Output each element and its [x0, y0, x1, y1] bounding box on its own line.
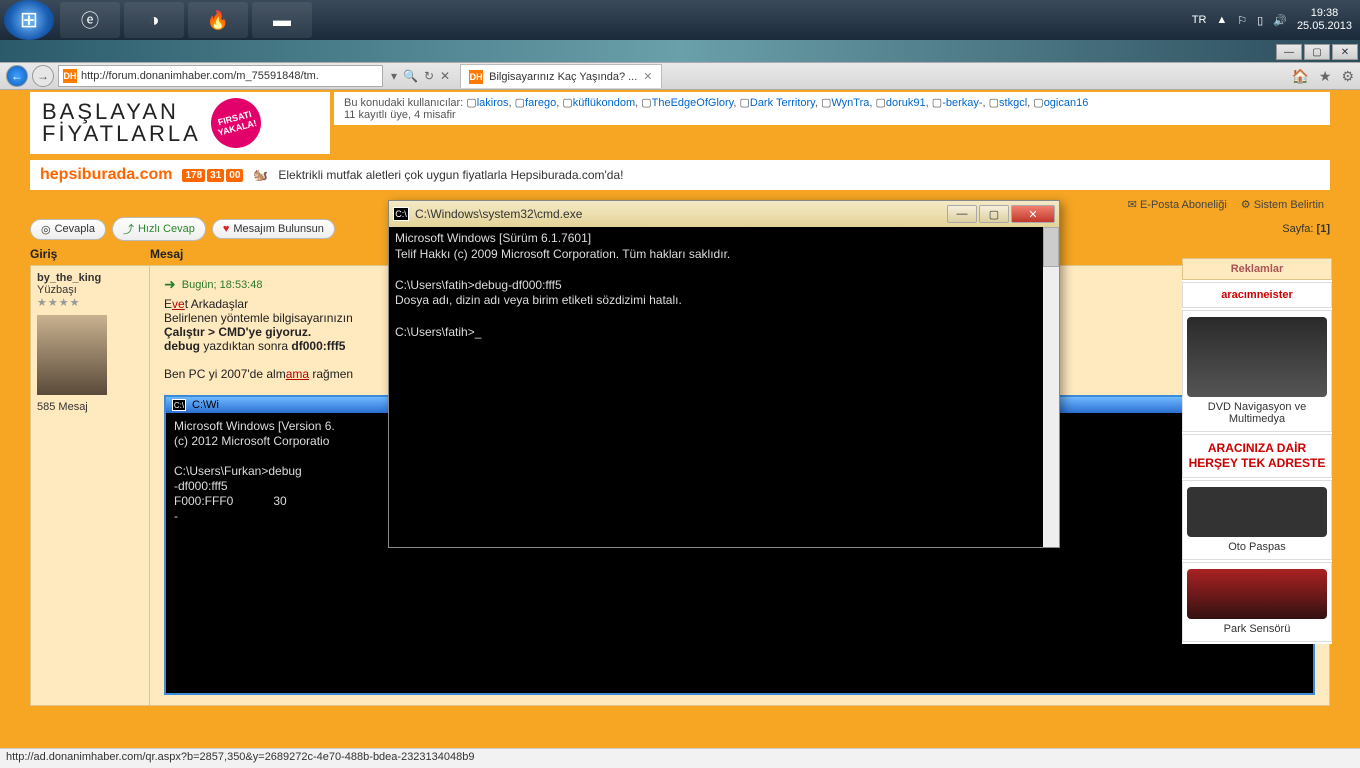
topic-users-count: 11 kayıtlı üye, 4 misafir: [344, 109, 456, 121]
url-controls: ▾ 🔍 ↻ ✕: [391, 69, 450, 83]
cmd-titlebar[interactable]: C:\ C:\Windows\system32\cmd.exe — ▢ ✕: [389, 201, 1059, 227]
search-icon[interactable]: 🔍: [403, 69, 418, 83]
task-app3[interactable]: 🔥: [188, 2, 248, 38]
ie-window-controls: — ▢ ✕: [1276, 44, 1358, 60]
sponsor-text: Elektrikli mutfak aletleri çok uygun fiy…: [278, 168, 623, 182]
user-link[interactable]: ogican16: [1044, 97, 1089, 109]
ad-1[interactable]: aracımneister: [1182, 282, 1332, 308]
page-indicator: Sayfa: [1]: [1282, 223, 1330, 235]
cmd-window-title: C:\Windows\system32\cmd.exe: [415, 207, 582, 221]
tab-close-icon[interactable]: ✕: [643, 70, 652, 83]
topic-users-label: Bu konudaki kullanıcılar:: [344, 97, 463, 109]
post-username[interactable]: by_the_king: [37, 272, 101, 284]
ad-2[interactable]: DVD Navigasyon ve Multimedya: [1182, 310, 1332, 432]
dropdown-icon[interactable]: ▾: [391, 69, 397, 83]
gear-icon[interactable]: ⚙: [1341, 68, 1354, 85]
tray-date: 25.05.2013: [1297, 20, 1352, 33]
system-notify-link[interactable]: ⚙ Sistem Belirtin: [1241, 198, 1324, 211]
cmd-scroll-thumb[interactable]: [1043, 227, 1059, 267]
star-icon[interactable]: ★: [1319, 68, 1332, 85]
ads-sidebar: Reklamlar aracımneister DVD Navigasyon v…: [1182, 258, 1332, 644]
post-rank: Yüzbaşı: [37, 284, 77, 296]
taskbar: ⊞ ⓔ ◑ 🔥 ▬ TR ▲ ⚐ ▯ 🔊 19:38 25.05.2013: [0, 0, 1360, 40]
tray-lang[interactable]: TR: [1192, 14, 1207, 26]
cmd-close-button[interactable]: ✕: [1011, 205, 1055, 223]
promo-banner[interactable]: BAŞLAYAN FİYATLARLA FIRSATI YAKALA!: [30, 92, 330, 154]
sponsor-mascot-icon: 🐿️: [253, 168, 268, 182]
task-app2[interactable]: ◑: [124, 2, 184, 38]
tab-favicon: DH: [469, 70, 483, 84]
user-link[interactable]: stkgcl: [999, 97, 1027, 109]
avatar[interactable]: [37, 315, 107, 395]
task-ie[interactable]: ⓔ: [60, 2, 120, 38]
user-link[interactable]: lakiros: [477, 97, 509, 109]
tray-time: 19:38: [1297, 7, 1352, 20]
user-link[interactable]: doruk91: [886, 97, 926, 109]
post-msgcount: 585 Mesaj: [37, 401, 88, 413]
rank-stars-icon: ★★★★: [37, 297, 80, 309]
favicon: DH: [63, 69, 77, 83]
home-icon[interactable]: 🏠: [1291, 68, 1308, 85]
cmd-scrollbar[interactable]: [1043, 227, 1059, 547]
user-link[interactable]: -berkay-: [942, 97, 982, 109]
topic-users: Bu konudaki kullanıcılar: ▢lakiros, ▢far…: [334, 92, 1330, 125]
user-link[interactable]: farego: [525, 97, 556, 109]
my-msg-button[interactable]: Mesajım Bulunsun: [212, 219, 335, 239]
browser-tab[interactable]: DH Bilgisayarınız Kaç Yaşında? ... ✕: [460, 64, 661, 88]
post-usercard: by_the_king Yüzbaşı ★★★★ 585 Mesaj: [30, 265, 150, 706]
arrow-icon: ➜: [164, 276, 176, 293]
user-link[interactable]: Dark Territory: [750, 97, 815, 109]
browser-extras: 🏠 ★ ⚙: [1291, 68, 1354, 85]
tray-net-icon[interactable]: ▯: [1257, 14, 1263, 27]
ie-max-button[interactable]: ▢: [1304, 44, 1330, 60]
cmd-output: Microsoft Windows [Sürüm 6.1.7601] Telif…: [395, 231, 1053, 340]
ad-5[interactable]: Park Sensörü: [1182, 562, 1332, 642]
back-button[interactable]: ←: [6, 65, 28, 87]
cmd-window[interactable]: C:\ C:\Windows\system32\cmd.exe — ▢ ✕ Mi…: [388, 200, 1060, 548]
reply-button[interactable]: ◎ Cevapla: [30, 219, 106, 240]
stop-icon[interactable]: ✕: [440, 69, 450, 83]
tray-flag-icon[interactable]: ▲: [1216, 14, 1227, 26]
system-tray: TR ▲ ⚐ ▯ 🔊 19:38 25.05.2013: [1192, 7, 1360, 32]
user-link[interactable]: TheEdgeOfGlory: [652, 97, 734, 109]
tray-action-icon[interactable]: ⚐: [1237, 14, 1247, 27]
cmd-min-button[interactable]: —: [947, 205, 977, 223]
email-sub-link[interactable]: ✉ E-Posta Aboneliği: [1128, 198, 1227, 211]
address-bar[interactable]: DH http://forum.donanimhaber.com/m_75591…: [58, 65, 383, 87]
col-login: Giriş: [30, 247, 150, 261]
tab-title: Bilgisayarınız Kaç Yaşında? ...: [489, 71, 637, 83]
url-text: http://forum.donanimhaber.com/m_75591848…: [81, 70, 319, 82]
status-bar: http://ad.donanimhaber.com/qr.aspx?b=285…: [0, 748, 1360, 768]
ad-4[interactable]: Oto Paspas: [1182, 480, 1332, 560]
cmd-icon: C:\: [172, 399, 186, 411]
user-link[interactable]: küflükondom: [573, 97, 635, 109]
task-cmd[interactable]: ▬: [252, 2, 312, 38]
sponsor-bar[interactable]: hepsiburada.com 178 31 00 🐿️ Elektrikli …: [30, 160, 1330, 190]
ie-min-button[interactable]: —: [1276, 44, 1302, 60]
start-button[interactable]: ⊞: [4, 0, 54, 40]
forward-button[interactable]: →: [32, 65, 54, 87]
cmd-title-icon: C:\: [393, 207, 409, 221]
user-link[interactable]: WynTra: [831, 97, 869, 109]
ad-3[interactable]: ARACINIZA DAİR HERŞEY TEK ADRESTE: [1182, 434, 1332, 478]
tray-vol-icon[interactable]: 🔊: [1273, 14, 1287, 27]
cmd-max-button[interactable]: ▢: [979, 205, 1009, 223]
sponsor-countdown: 178 31 00: [182, 169, 243, 182]
cmd-body[interactable]: Microsoft Windows [Sürüm 6.1.7601] Telif…: [389, 227, 1059, 547]
ie-close-button[interactable]: ✕: [1332, 44, 1358, 60]
refresh-icon[interactable]: ↻: [424, 69, 434, 83]
promo-sticker: FIRSATI YAKALA!: [205, 92, 266, 153]
col-message: Mesaj: [150, 247, 183, 261]
quick-reply-button[interactable]: ⤴ Hızlı Cevap: [112, 217, 206, 241]
ads-header: Reklamlar: [1182, 258, 1332, 280]
browser-toolbar: ← → DH http://forum.donanimhaber.com/m_7…: [0, 62, 1360, 90]
promo-text: BAŞLAYAN FİYATLARLA: [42, 101, 201, 145]
tray-clock[interactable]: 19:38 25.05.2013: [1297, 7, 1352, 32]
status-text: http://ad.donanimhaber.com/qr.aspx?b=285…: [6, 751, 475, 763]
sponsor-logo: hepsiburada.com: [40, 166, 172, 184]
